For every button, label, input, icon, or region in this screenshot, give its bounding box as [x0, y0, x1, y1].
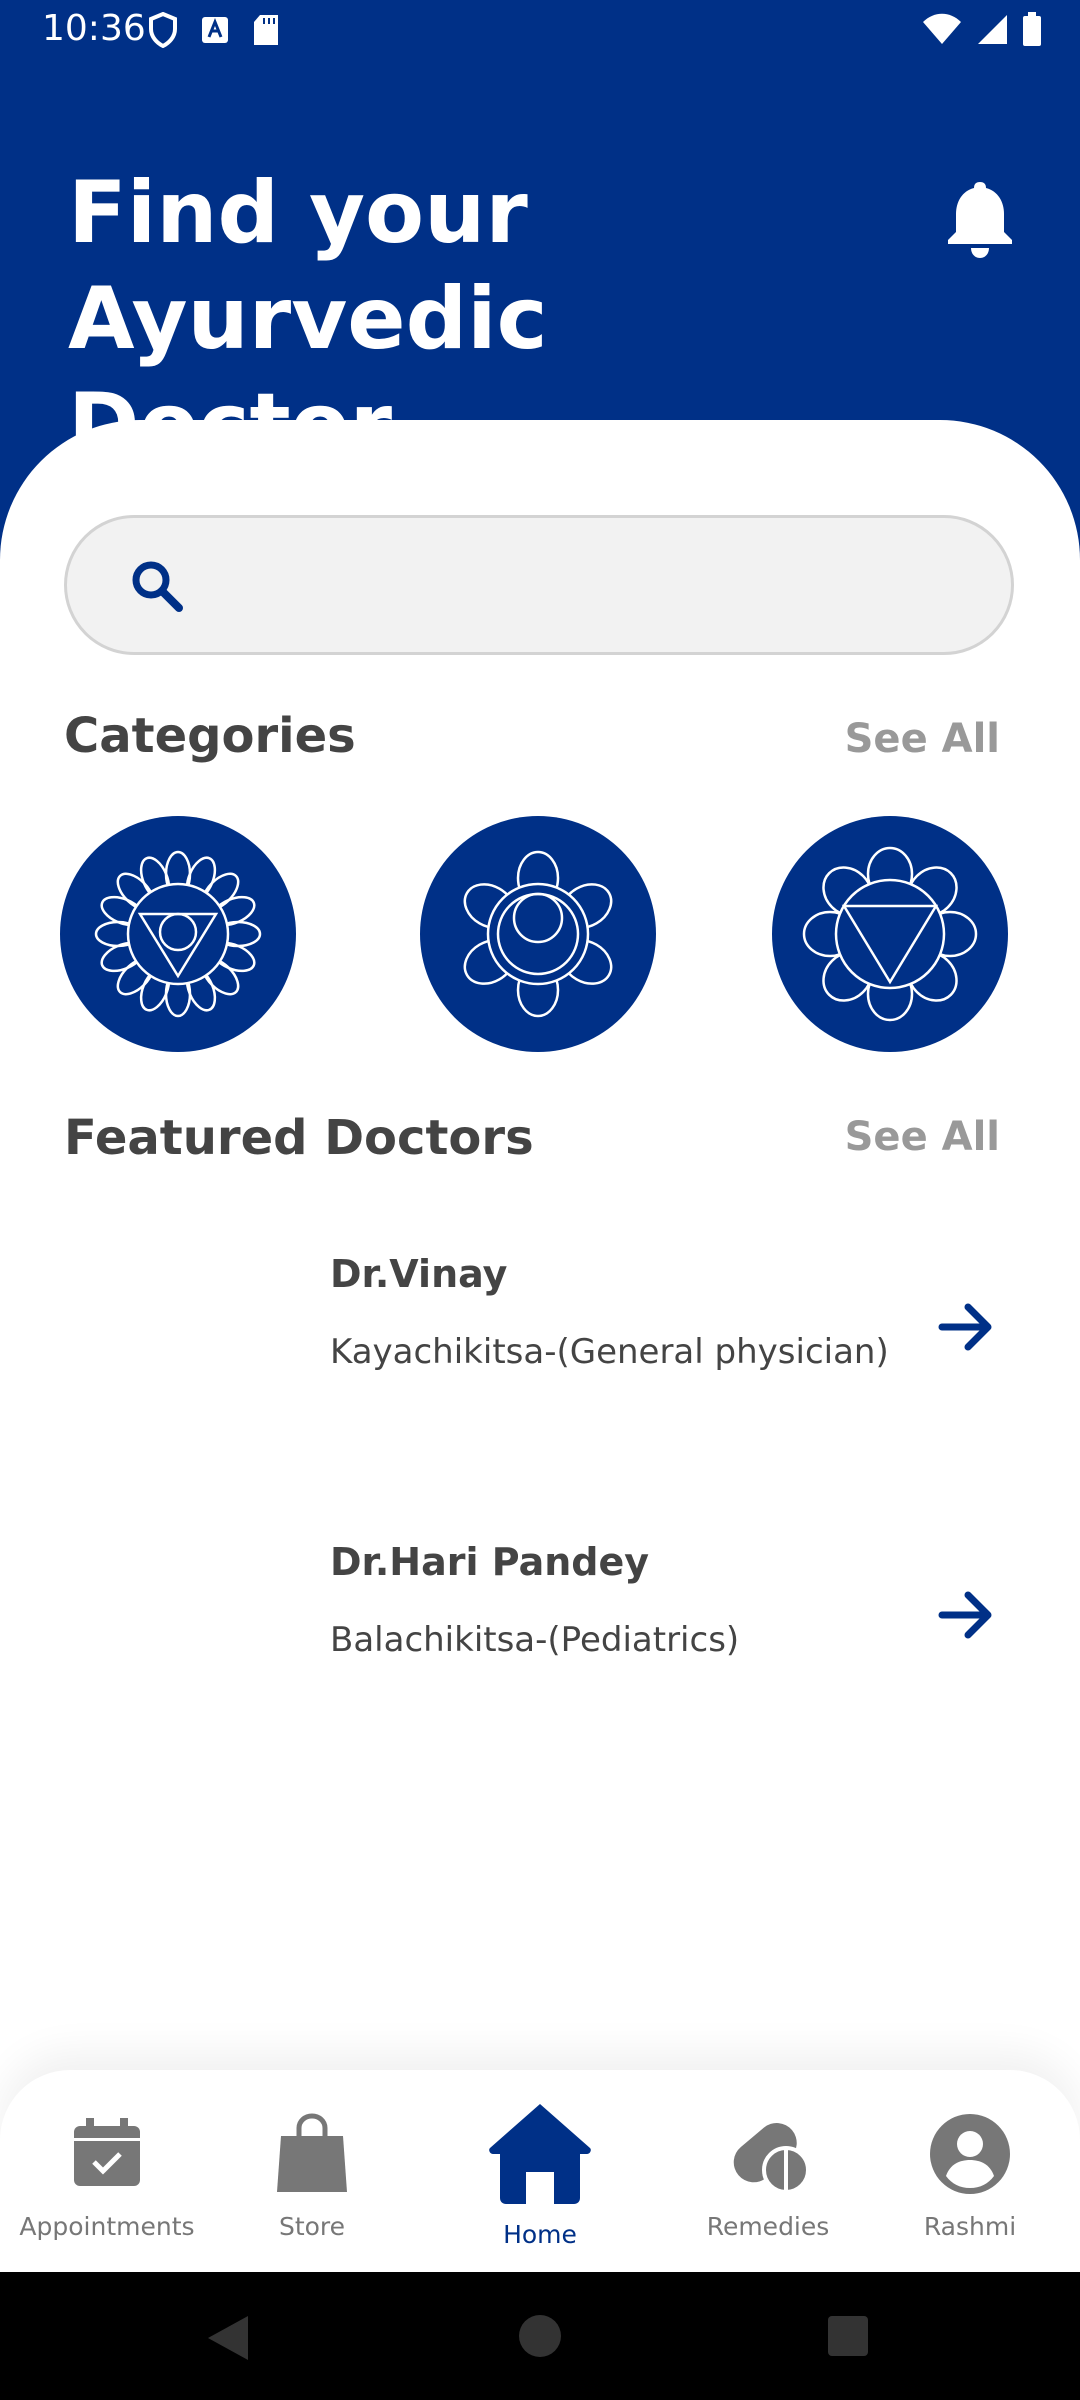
category-crown-chakra[interactable]	[420, 816, 656, 1052]
system-nav-bar	[0, 2272, 1080, 2400]
shield-icon	[149, 12, 177, 48]
category-throat-chakra[interactable]	[60, 816, 296, 1052]
doctor-specialty: Kayachikitsa-(General physician)	[330, 1332, 889, 1372]
account-circle-icon	[930, 2114, 1010, 2194]
nav-home[interactable]: Home	[440, 2070, 640, 2272]
categories-title: Categories	[64, 708, 356, 764]
battery-icon	[1023, 12, 1041, 46]
featured-see-all-link[interactable]: See All	[845, 1114, 1000, 1160]
doctor-name: Dr.Vinay	[330, 1252, 508, 1296]
search-input[interactable]	[207, 548, 971, 626]
nav-label: Rashmi	[923, 2212, 1017, 2241]
home-circle-icon[interactable]	[518, 2314, 562, 2358]
featured-doctors-title: Featured Doctors	[64, 1110, 534, 1166]
shopping-bag-icon	[277, 2113, 347, 2192]
recents-icon[interactable]	[828, 2316, 868, 2356]
nav-remedies[interactable]: Remedies	[668, 2070, 868, 2272]
crown-chakra-icon	[463, 850, 613, 1018]
categories-see-all-link[interactable]: See All	[845, 716, 1000, 762]
doctor-name: Dr.Hari Pandey	[330, 1540, 650, 1584]
home-icon	[489, 2104, 591, 2204]
search-bar[interactable]	[64, 515, 1014, 655]
nav-label: Appointments	[19, 2212, 195, 2241]
keyboard-a-icon	[202, 17, 228, 43]
throat-chakra-icon	[94, 850, 262, 1018]
pills-icon	[733, 2123, 810, 2194]
arrow-right-icon[interactable]	[936, 1296, 998, 1358]
bottom-nav: Appointments Store Home Remedies Rashmi	[0, 2070, 1080, 2272]
category-heart-chakra[interactable]	[772, 816, 1008, 1052]
nav-appointments[interactable]: Appointments	[7, 2070, 207, 2272]
manipura-chakra-icon	[802, 846, 978, 1022]
doctor-card[interactable]: Dr.Hari Pandey Balachikitsa-(Pediatrics)	[0, 1540, 1080, 1720]
calendar-check-icon	[74, 2118, 140, 2186]
arrow-right-icon[interactable]	[936, 1584, 998, 1646]
signal-icon	[978, 15, 1007, 44]
doctor-specialty: Balachikitsa-(Pediatrics)	[330, 1620, 740, 1660]
status-time: 10:36	[42, 8, 146, 49]
nav-label: Store	[278, 2212, 346, 2241]
search-icon	[132, 561, 183, 612]
notification-bell-icon[interactable]	[938, 176, 1022, 260]
nav-profile[interactable]: Rashmi	[870, 2070, 1070, 2272]
status-bar: 10:36	[0, 0, 1080, 64]
nav-label: Home	[503, 2220, 577, 2249]
sd-card-icon	[254, 15, 278, 45]
back-icon[interactable]	[204, 2312, 252, 2364]
nav-label: Remedies	[706, 2212, 830, 2241]
wifi-icon	[923, 13, 961, 44]
doctor-card[interactable]: Dr.Vinay Kayachikitsa-(General physician…	[0, 1252, 1080, 1432]
nav-store[interactable]: Store	[212, 2070, 412, 2272]
